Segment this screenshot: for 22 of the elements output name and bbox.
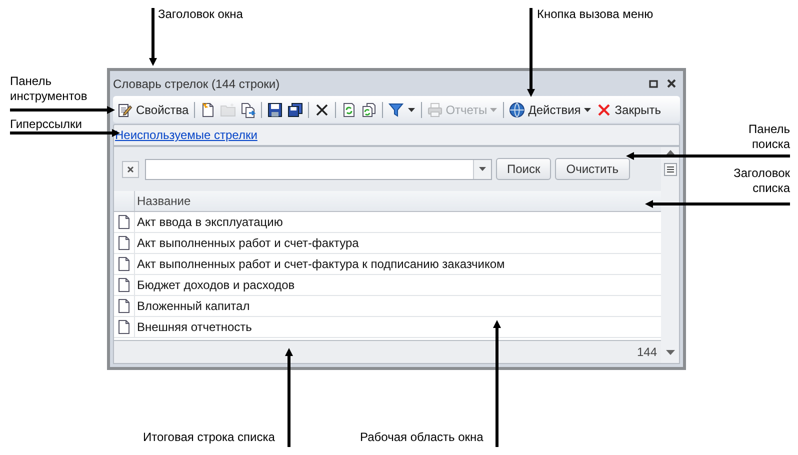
search-button[interactable]: Поиск <box>496 158 552 180</box>
search-button[interactable]: Очистить <box>555 158 630 180</box>
table-cell-text: Акт выполненных работ и счет-фактура к подписанию заказчиком <box>136 256 506 273</box>
table-cell-text: Бюджет доходов и расходов <box>136 277 296 294</box>
window-title: Словарь стрелок (144 строки) <box>113 76 280 92</box>
toolbar-button[interactable]: Действия <box>507 98 594 120</box>
callout-label: Кнопка вызова меню <box>537 7 654 22</box>
callout-label: Панель инструментов <box>10 74 88 104</box>
callout-label: Заголовок списка <box>732 166 790 196</box>
toolbar-button[interactable]: Закрыть <box>594 98 663 120</box>
callout-label: Гиперссылки <box>10 117 83 132</box>
table-cell-text: Внешняя отчетность <box>136 319 253 336</box>
table-cell-text: Вложенный капитал <box>136 298 251 315</box>
callout-label: Итоговая строка списка <box>143 430 276 445</box>
callout-label: Заголовок окна <box>158 7 244 22</box>
callout-label: Панель поиска <box>748 122 790 152</box>
callout-label: Рабочая область окна <box>360 430 484 445</box>
toolbar-button[interactable]: Свойства <box>115 98 191 120</box>
table-cell-text: Акт выполненных работ и счет-фактура <box>136 235 360 252</box>
row-count: 144 <box>636 344 657 361</box>
link[interactable]: Неиспользуемые стрелки <box>115 126 258 144</box>
table-cell-text: Акт ввода в эксплуатацию <box>136 214 284 231</box>
